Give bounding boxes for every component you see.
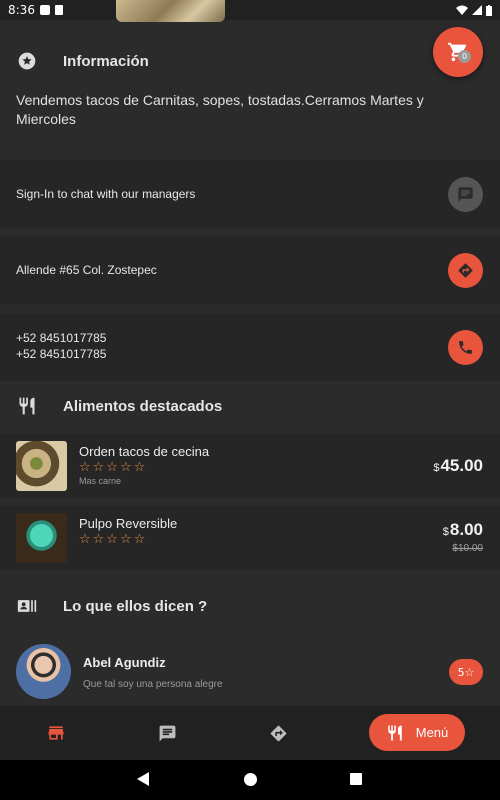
- featured-title: Alimentos destacados: [63, 397, 223, 415]
- nav-menu-button[interactable]: Menú: [369, 714, 465, 751]
- directions-icon: [270, 725, 286, 741]
- star-badge-icon: [16, 50, 38, 72]
- reviews-header: Lo que ellos dicen ?: [16, 595, 207, 617]
- status-time: 8:36: [8, 3, 35, 17]
- nav-directions-button[interactable]: [258, 713, 298, 753]
- call-button[interactable]: [448, 330, 483, 365]
- back-icon[interactable]: [137, 772, 149, 786]
- old-price: $10.00: [452, 543, 483, 554]
- wifi-icon: [456, 5, 468, 15]
- food-name: Orden tacos de cecina: [79, 444, 210, 459]
- food-item-1[interactable]: Orden tacos de cecina ☆☆☆☆☆ Mas carne $4…: [0, 434, 500, 497]
- directions-icon: [458, 263, 473, 278]
- info-description: Vendemos tacos de Carnitas, sopes, tosta…: [16, 92, 424, 127]
- food-price: $45.00: [433, 456, 483, 476]
- system-navigation-bar: [0, 760, 500, 800]
- food-image: [16, 513, 67, 563]
- header-image: [116, 0, 225, 22]
- restaurant-icon: [16, 395, 38, 417]
- phone-number-1: +52 8451017785: [16, 331, 107, 345]
- address-text: Allende #65 Col. Zostepec: [16, 263, 157, 277]
- chat-icon: [159, 725, 175, 741]
- nav-store-button[interactable]: [36, 713, 76, 753]
- price-value: 45.00: [440, 456, 483, 475]
- sd-card-icon: [54, 5, 63, 15]
- store-icon: [48, 726, 64, 740]
- main-content[interactable]: Información Vendemos tacos de Carnitas, …: [0, 20, 500, 706]
- food-item-2[interactable]: Pulpo Reversible ☆☆☆☆☆ $8.00 $10.00: [0, 506, 500, 569]
- cart-button[interactable]: 0: [433, 27, 483, 77]
- review-text: Que tal soy una persona alegre: [83, 679, 223, 690]
- currency-symbol: $: [442, 526, 449, 538]
- nav-chat-button[interactable]: [147, 713, 187, 753]
- food-description: Mas carne: [79, 476, 122, 486]
- status-bar: 8:36: [0, 0, 500, 20]
- restaurant-icon: [387, 725, 402, 740]
- phone-icon: [459, 341, 472, 354]
- notification-icon: [39, 5, 50, 15]
- food-price: $8.00: [443, 520, 483, 540]
- price-value: 8.00: [449, 520, 483, 539]
- food-rating-stars: ☆☆☆☆☆: [79, 460, 148, 475]
- reviewer-avatar: [16, 644, 71, 699]
- chat-button[interactable]: [448, 177, 483, 212]
- bottom-navigation: Menú: [0, 706, 500, 760]
- cart-count-badge: 0: [458, 50, 471, 63]
- address-card: Allende #65 Col. Zostepec: [0, 236, 500, 304]
- chat-icon: [458, 187, 473, 202]
- reviewer-name: Abel Agundiz: [83, 655, 166, 670]
- directions-button[interactable]: [448, 253, 483, 288]
- food-image: [16, 441, 67, 491]
- menu-label: Menú: [415, 725, 449, 740]
- review-rating-badge: 5☆: [449, 659, 483, 685]
- food-rating-stars: ☆☆☆☆☆: [79, 532, 148, 547]
- food-name: Pulpo Reversible: [79, 516, 178, 531]
- chat-card: Sign-In to chat with our managers: [0, 160, 500, 228]
- review-item: Abel Agundiz Que tal soy una persona ale…: [0, 630, 500, 706]
- chat-signin-text: Sign-In to chat with our managers: [16, 187, 196, 201]
- signal-icon: [472, 5, 482, 15]
- currency-symbol: $: [433, 462, 440, 474]
- featured-header: Alimentos destacados: [16, 395, 222, 417]
- battery-icon: [486, 4, 492, 16]
- reviews-title: Lo que ellos dicen ?: [63, 597, 208, 615]
- home-icon[interactable]: [244, 773, 257, 786]
- info-header: Información: [16, 50, 149, 72]
- phone-number-2: +52 8451017785: [16, 347, 107, 361]
- contacts-icon: [16, 595, 38, 617]
- phone-card: +52 8451017785 +52 8451017785: [0, 313, 500, 381]
- info-section: Información Vendemos tacos de Carnitas, …: [0, 20, 500, 160]
- recent-apps-icon[interactable]: [350, 773, 362, 785]
- info-title: Información: [63, 52, 149, 70]
